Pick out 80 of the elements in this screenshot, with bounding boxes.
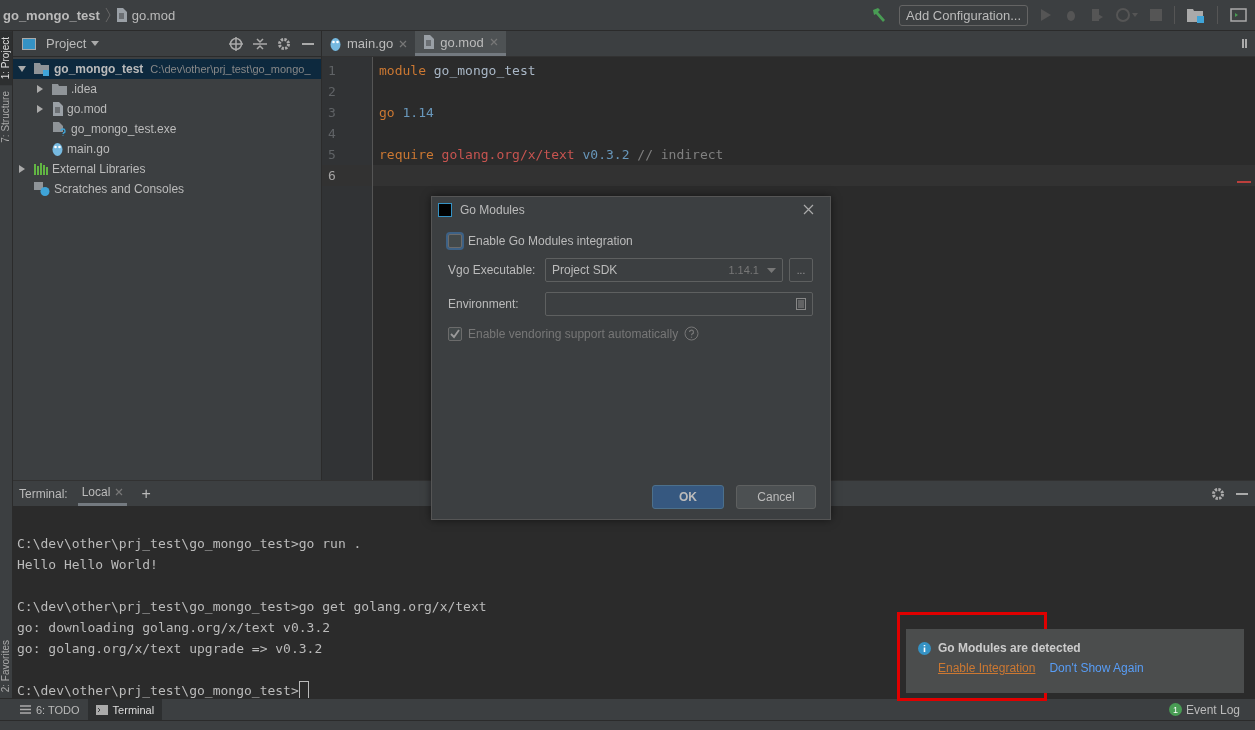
close-icon[interactable] [399, 39, 408, 48]
event-log-button[interactable]: 1 Event Log [1168, 702, 1255, 717]
module-folder-icon [34, 62, 50, 76]
error-marker [1237, 181, 1251, 183]
crosshair-icon[interactable] [229, 36, 243, 51]
terminal-line: go: golang.org/x/text upgrade => v0.3.2 [17, 640, 323, 658]
breadcrumb-item[interactable]: go.mod [131, 7, 176, 23]
field-label: Environment: [448, 297, 520, 311]
session-tab[interactable]: Local [77, 481, 128, 506]
collapse-all-icon[interactable] [253, 36, 267, 51]
project-view-dropdown[interactable]: Project [46, 36, 87, 51]
cancel-button[interactable]: Cancel [736, 485, 816, 509]
expanded-arrow-icon[interactable] [18, 65, 26, 73]
dialog-title: Go Modules [460, 202, 525, 217]
tree-item[interactable]: main.go [31, 139, 321, 159]
environment-field[interactable] [545, 292, 813, 316]
terminal-prompt: C:\dev\other\prj_test\go_mongo_test> [17, 682, 299, 700]
collapsed-arrow-icon[interactable] [36, 105, 44, 113]
info-icon [918, 641, 931, 655]
collapsed-arrow-icon[interactable] [36, 85, 44, 93]
checkbox[interactable] [448, 234, 462, 248]
breadcrumb-item[interactable]: go_mongo_test [3, 7, 100, 23]
side-tool-tab[interactable]: 7: Structure [0, 85, 12, 149]
new-tab-button[interactable]: + [137, 484, 155, 503]
project-structure-icon[interactable] [1187, 7, 1205, 23]
close-icon[interactable] [115, 488, 124, 496]
panel-icon [22, 37, 36, 50]
list-icon [20, 705, 31, 714]
close-icon[interactable] [803, 204, 814, 215]
notification-title: Go Modules are detected [938, 641, 1081, 655]
gopher-icon [330, 36, 341, 51]
code-line: go 1.14 [379, 105, 434, 120]
hammer-icon[interactable] [871, 7, 888, 23]
terminal-line: C:\dev\other\prj_test\go_mongo_test>go get golang.org/x/text [17, 598, 487, 616]
library-bars-icon [34, 163, 48, 175]
collapsed-arrow-icon[interactable] [18, 165, 26, 173]
code-line: module go_mongo_test [379, 63, 536, 78]
tool-window-tab[interactable]: 6: TODO [12, 699, 88, 720]
terminal-line: C:\dev\other\prj_test\go_mongo_test>go run . [17, 535, 362, 553]
terminal-line: Hello Hello World! [17, 556, 158, 574]
terminal-line: go: downloading golang.org/x/text v0.3.2 [17, 619, 331, 637]
unknown-file-icon [52, 122, 67, 136]
caret-icon[interactable] [767, 267, 776, 273]
chevron-icon [104, 7, 111, 23]
tool-window-tab[interactable]: Terminal [87, 699, 163, 720]
tree-item[interactable]: .idea [31, 79, 321, 99]
editor-tab[interactable]: go.mod [415, 31, 506, 56]
pause-icon [1242, 39, 1247, 48]
file-icon [423, 35, 435, 49]
tree-item[interactable]: go.mod [31, 99, 321, 119]
settings-icon[interactable] [277, 36, 291, 51]
tree-item[interactable]: go_mongo_test C:\dev\other\prj_test\go_mongo_ [13, 59, 321, 79]
file-icon [52, 102, 63, 116]
terminal-icon [95, 704, 108, 715]
tree-item[interactable]: go_mongo_test.exe [31, 119, 321, 139]
browse-button[interactable]: ... [789, 258, 813, 282]
editor-tab[interactable]: main.go [322, 31, 416, 56]
help-icon[interactable] [684, 326, 700, 341]
file-icon [115, 8, 127, 22]
settings-icon[interactable] [1211, 486, 1225, 501]
scratches-icon [34, 182, 50, 196]
terminal-window-icon[interactable] [1230, 8, 1247, 22]
tree-item[interactable]: Scratches and Consoles [13, 179, 321, 199]
side-tool-tab[interactable]: 2: Favorites [0, 633, 12, 698]
caret-icon[interactable] [91, 41, 100, 46]
add-configuration-button[interactable]: Add Configuration... [899, 4, 1028, 26]
side-tool-tab[interactable]: 1: Project [0, 31, 12, 86]
ok-button[interactable]: OK [652, 485, 724, 509]
terminal-label: Terminal: [19, 486, 68, 501]
field-label: Vgo Executable: [448, 263, 537, 277]
code-line: require golang.org/x/text v0.3.2 // indirect [379, 147, 724, 162]
document-icon[interactable] [796, 298, 806, 310]
sdk-dropdown[interactable]: Project SDK 1.14.1 [545, 258, 783, 282]
checkbox-label: Enable vendoring support automatically [468, 326, 679, 341]
app-logo-icon [438, 202, 452, 217]
gopher-icon [52, 142, 63, 156]
folder-icon [52, 83, 67, 95]
notification-link[interactable]: Don't Show Again [1049, 661, 1144, 675]
tree-item[interactable]: External Libraries [13, 159, 321, 179]
checkbox-label: Enable Go Modules integration [468, 234, 633, 248]
